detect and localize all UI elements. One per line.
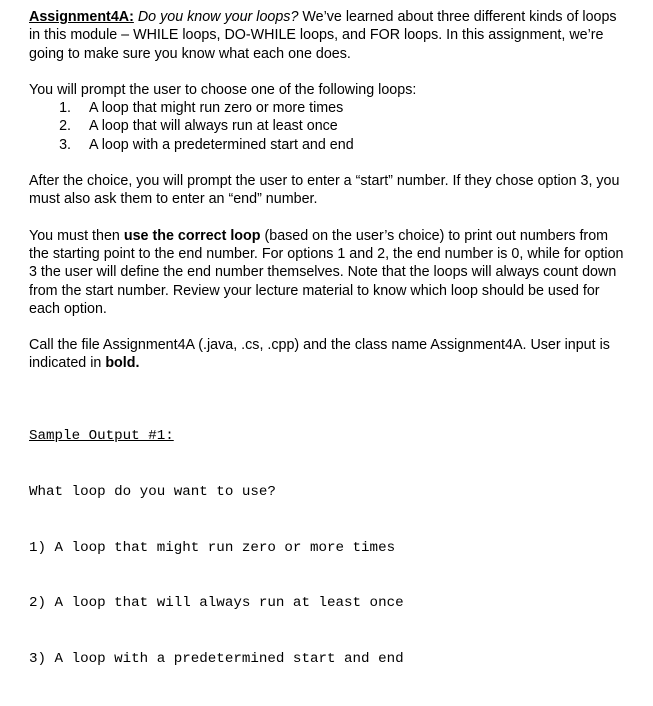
call-file-paragraph: Call the file Assignment4A (.java, .cs, … [29,336,631,373]
list-item: A loop that might run zero or more times [75,99,631,117]
correct-loop-paragraph: You must then use the correct loop (base… [29,227,631,318]
after-choice-paragraph: After the choice, you will prompt the us… [29,173,620,208]
list-item: A loop with a predetermined start and en… [75,136,631,154]
prompt-intro-paragraph: You will prompt the user to choose one o… [29,81,417,98]
sample-output-line: 3) A loop with a predetermined start and… [29,651,404,668]
sample-output-block: Sample Output #1: What loop do you want … [29,390,631,706]
document-page: Assignment4A: Do you know your loops? We… [0,0,653,667]
loop-options-list: A loop that might run zero or more times… [29,99,631,154]
assignment-title: Assignment4A: [29,9,134,25]
correct-loop-emphasis: use the correct loop [123,227,261,244]
sample-output-line: What loop do you want to use? [29,483,276,500]
assignment-subtitle: Do you know your loops? [137,9,299,25]
sample-output-heading: Sample Output #1: [29,427,174,444]
sample-output-line: 1) A loop that might run zero or more ti… [29,539,396,556]
call-file-emphasis: bold. [105,355,140,372]
correct-loop-lead: You must then [29,227,124,244]
intro-paragraph: Assignment4A: Do you know your loops? We… [29,8,631,63]
list-item: A loop that will always run at least onc… [75,117,631,135]
sample-output-line: 2) A loop that will always run at least … [29,595,404,612]
